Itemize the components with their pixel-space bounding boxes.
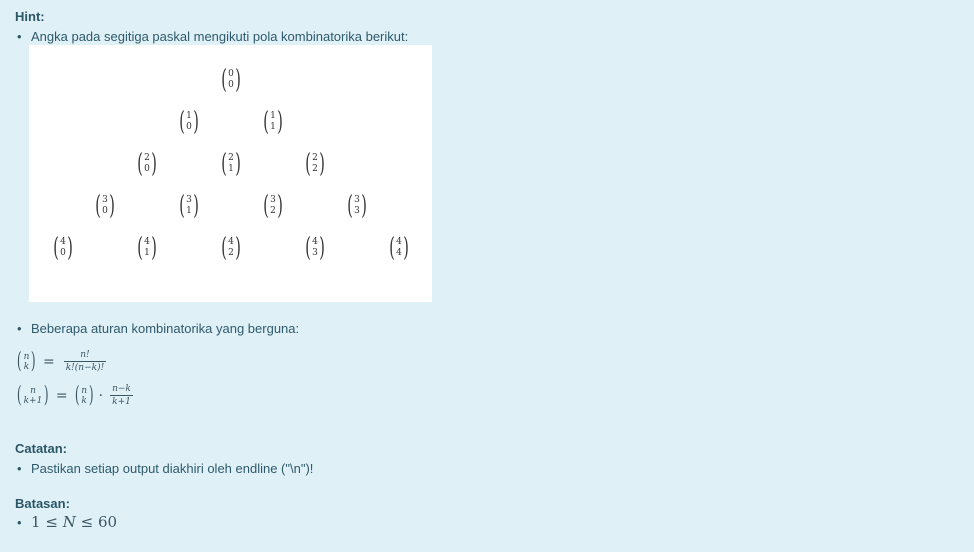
- binomial-n-k: ( nk ): [16, 348, 37, 374]
- binomial-1-1: (1 1): [263, 107, 283, 137]
- constraint-variable: N: [62, 513, 76, 531]
- catatan-heading: Catatan:: [15, 441, 68, 456]
- formula-combination: ( nk ) = n! k!(n−k)!: [15, 350, 110, 373]
- bullet-dot: •: [17, 29, 22, 44]
- fraction-numerator: n!: [80, 350, 90, 360]
- binom-top: n: [81, 385, 88, 396]
- binomial-2-1: (2 1): [221, 149, 241, 179]
- binom-bottom: 1: [144, 248, 150, 258]
- binom-top: 4: [144, 237, 150, 247]
- binom-bottom: 1: [270, 122, 276, 132]
- leq-sign: ≤: [45, 513, 58, 531]
- bullet-dot: •: [17, 515, 22, 530]
- fraction-denominator: k!(n−k)!: [63, 361, 107, 373]
- binom-top: 2: [312, 153, 318, 163]
- binom-top: 2: [144, 153, 150, 163]
- binomial-4-1: (4 1): [137, 233, 157, 263]
- multiply-dot: ·: [98, 387, 104, 404]
- binom-top: 3: [102, 195, 108, 205]
- leq-sign: ≤: [80, 513, 94, 531]
- binom-top: 2: [228, 153, 234, 163]
- binomial-4-4: (4 4): [389, 233, 409, 263]
- binom-top: 4: [396, 237, 402, 247]
- binomial-2-0: (2 0): [137, 149, 157, 179]
- binom-top: 1: [186, 111, 192, 121]
- binomial-n-k1: ( n k+1 ): [16, 382, 49, 408]
- binomial-3-2: (3 2): [263, 191, 283, 221]
- binom-bottom: 2: [270, 206, 276, 216]
- hint-bullet-1: • Angka pada segitiga paskal mengikuti po…: [17, 29, 408, 44]
- hint-bullet-2-text: Beberapa aturan kombinatorika yang bergu…: [31, 321, 300, 336]
- binomial-3-0: (3 0): [95, 191, 115, 221]
- binom-bottom: k: [81, 395, 87, 406]
- binom-top: 4: [228, 237, 234, 247]
- binom-top: 3: [186, 195, 192, 205]
- binom-bottom: 0: [102, 206, 108, 216]
- binom-top: 4: [60, 237, 66, 247]
- binom-bottom: k+1: [23, 395, 43, 406]
- binomial-4-3: (4 3): [305, 233, 325, 263]
- binomial-n-k: ( nk ): [74, 382, 94, 408]
- equals-sign: =: [55, 387, 68, 404]
- binom-bottom: 2: [312, 164, 318, 174]
- binom-bottom: 3: [354, 206, 360, 216]
- binomial-3-1: (3 1): [179, 191, 199, 221]
- binom-top: 3: [270, 195, 276, 205]
- binomial-2-2: (2 2): [305, 149, 325, 179]
- binomial-4-2: (4 2): [221, 233, 241, 263]
- catatan-bullet: • Pastikan setiap output diakhiri oleh en…: [17, 461, 313, 476]
- binomial-1-0: (1 0): [179, 107, 199, 137]
- constraint-lower: 1: [31, 513, 41, 531]
- binom-bottom: 1: [186, 206, 192, 216]
- binom-bottom: 1: [228, 164, 234, 174]
- fraction: n−k k+1: [110, 384, 133, 407]
- batasan-bullet: • 1 ≤ N ≤ 60: [17, 513, 117, 531]
- bullet-dot: •: [17, 461, 22, 476]
- hint-heading: Hint:: [15, 9, 45, 24]
- binomial-0-0: (0 0): [221, 65, 241, 95]
- binom-bottom: k: [23, 361, 30, 372]
- catatan-bullet-text: Pastikan setiap output diakhiri oleh end…: [31, 461, 314, 476]
- binom-top: 0: [228, 69, 234, 79]
- formula-recurrence: ( n k+1 ) = ( nk ) · n−k k+1: [15, 384, 137, 407]
- fraction: n! k!(n−k)!: [63, 350, 107, 373]
- fraction-denominator: k+1: [110, 395, 133, 407]
- binomial-3-3: (3 3): [347, 191, 367, 221]
- constraint-expression: 1 ≤ N ≤ 60: [31, 513, 117, 531]
- fraction-numerator: n−k: [112, 384, 131, 394]
- binom-top: 1: [270, 111, 276, 121]
- binom-top: n: [23, 351, 30, 362]
- binom-bottom: 4: [396, 248, 402, 258]
- binom-bottom: 0: [60, 248, 66, 258]
- binom-bottom: 3: [312, 248, 318, 258]
- constraint-upper: 60: [97, 513, 118, 531]
- binom-bottom: 0: [186, 122, 192, 132]
- batasan-heading: Batasan:: [15, 496, 70, 511]
- equals-sign: =: [42, 353, 55, 370]
- hint-bullet-1-text: Angka pada segitiga paskal mengikuti pol…: [31, 29, 409, 44]
- binom-bottom: 0: [144, 164, 150, 174]
- binom-bottom: 2: [228, 248, 234, 258]
- binomial-4-0: (4 0): [53, 233, 73, 263]
- hint-bullet-2: • Beberapa aturan kombinatorika yang berg…: [17, 321, 299, 336]
- pascal-triangle-figure: (0 0) (1 0) (1 1) (2 0) (2 1) (2 2) (3 0) (3 1) (3 2) (3 3)…: [29, 45, 432, 302]
- bullet-dot: •: [17, 321, 22, 336]
- binom-bottom: 0: [228, 80, 234, 90]
- binom-top: 4: [312, 237, 318, 247]
- binom-top: n: [30, 385, 36, 396]
- binom-top: 3: [354, 195, 360, 205]
